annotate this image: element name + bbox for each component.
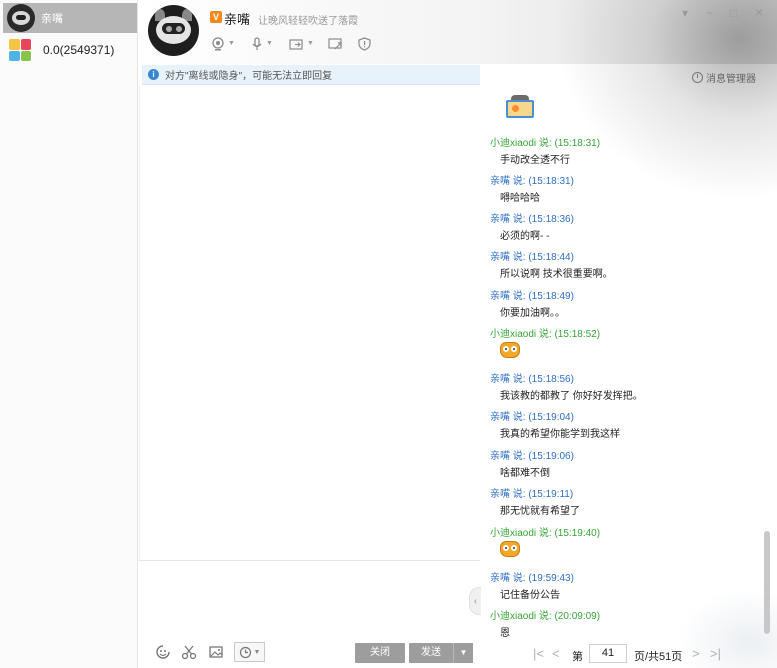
- message-text: 恩: [500, 628, 510, 639]
- chevron-left-icon: ‹: [473, 596, 478, 607]
- next-page-button[interactable]: >: [692, 646, 700, 661]
- contact-signature: 让晚风轻轻吹送了落霞: [258, 16, 358, 27]
- message-text: 手动改全透不行: [500, 155, 570, 166]
- contact-name[interactable]: 亲嘴: [224, 9, 250, 28]
- send-button[interactable]: 发送: [409, 643, 453, 663]
- session-item-qinzui[interactable]: 亲嘴: [3, 3, 137, 33]
- folder-icon: [289, 38, 303, 50]
- session-item-00[interactable]: 0.0(2549371): [3, 36, 137, 64]
- message-text: 我该教的都教了 你好好发挥把。: [500, 391, 643, 402]
- prev-page-button[interactable]: <: [552, 646, 560, 661]
- message-sender: 亲嘴 说: (15:19:04): [490, 412, 574, 423]
- owl-emoji-icon: [500, 541, 520, 557]
- message-sender: 小迪xiaodi 说: (15:19:40): [490, 528, 601, 539]
- session-list: 亲嘴 0.0(2549371): [0, 0, 138, 668]
- close-button[interactable]: 关闭: [355, 643, 405, 663]
- vip-badge: V: [210, 11, 222, 23]
- last-page-button[interactable]: >|: [710, 646, 721, 661]
- video-call-button[interactable]: ▼: [211, 35, 235, 53]
- image-icon: [209, 646, 223, 658]
- emoji-button[interactable]: [155, 644, 171, 662]
- message-text: 记住备份公告: [500, 590, 560, 601]
- avatar[interactable]: [148, 5, 199, 56]
- send-options-button[interactable]: ▼: [453, 643, 473, 663]
- security-button[interactable]: [358, 35, 371, 53]
- page-prefix-label: 第: [572, 651, 583, 663]
- maximize-button[interactable]: □: [730, 6, 737, 20]
- chevron-down-icon: ▼: [253, 648, 261, 656]
- history-scrollbar[interactable]: [763, 86, 771, 640]
- app-grid-icon: [9, 39, 31, 61]
- owl-emoji-icon: [500, 342, 520, 358]
- screen-share-button[interactable]: [328, 35, 344, 53]
- message-sender: 小迪xiaodi 说: (15:18:52): [490, 329, 601, 340]
- camera-icon: [212, 37, 224, 51]
- message-sender: 亲嘴 说: (15:19:11): [490, 489, 574, 500]
- message-sender: 亲嘴 说: (15:18:49): [490, 291, 574, 302]
- message-text: 所以说啊 技术很重要啊。: [500, 269, 613, 280]
- notice-text: 对方"离线或隐身"，可能无法立即回复: [165, 71, 333, 82]
- history-pager: |< < 第 41 页/共51页 > >|: [481, 641, 777, 668]
- message-sender: 亲嘴 说: (15:18:56): [490, 374, 574, 385]
- message-text: 我真的希望你能学到我这样: [500, 429, 620, 440]
- image-button[interactable]: [208, 644, 224, 662]
- scrollbar-thumb[interactable]: [764, 531, 770, 634]
- message-history: 小迪xiaodi 说: (15:18:31) 手动改全透不行 亲嘴 说: (15…: [481, 86, 763, 640]
- voice-call-button[interactable]: ▼: [251, 35, 273, 53]
- chevron-down-icon: ▼: [459, 648, 468, 657]
- screenshot-button[interactable]: [181, 644, 197, 662]
- message-sender: 小迪xiaodi 说: (15:18:31): [490, 138, 601, 149]
- close-window-button[interactable]: ×: [755, 4, 763, 20]
- file-transfer-button[interactable]: ▼: [289, 35, 314, 53]
- offline-notice: i 对方"离线或隐身"，可能无法立即回复: [142, 65, 480, 85]
- chevron-down-icon: ▼: [307, 40, 314, 47]
- screen-share-icon: [328, 38, 342, 50]
- message-text: 嘚哈哈哈: [500, 193, 540, 204]
- session-item-label: 0.0(2549371): [43, 43, 115, 57]
- message-text: 你要加油啊。。: [500, 308, 565, 319]
- first-page-button[interactable]: |<: [533, 646, 544, 661]
- message-manager-tab[interactable]: 消息管理器: [692, 70, 756, 85]
- message-text: 啥都难不倒: [500, 468, 550, 479]
- sticker-image: [502, 94, 538, 122]
- message-sender: 亲嘴 说: (15:18:36): [490, 214, 574, 225]
- chat-window: [139, 86, 480, 560]
- page-total-label: 页/共51页: [634, 651, 683, 663]
- message-text: 必须的啊- -: [500, 231, 550, 242]
- chevron-down-icon: ▼: [266, 40, 273, 47]
- message-sender: 小迪xiaodi 说: (20:09:09): [490, 611, 601, 622]
- message-sender: 亲嘴 说: (15:18:31): [490, 176, 574, 187]
- window-menu-button[interactable]: ▾: [682, 6, 688, 20]
- message-input[interactable]: [139, 561, 480, 637]
- page-number-input[interactable]: 41: [589, 644, 627, 663]
- emoji-icon: [156, 645, 170, 659]
- scissors-icon: [181, 645, 197, 660]
- message-history-button[interactable]: ▼: [234, 642, 265, 662]
- session-item-label: 亲嘴: [41, 13, 63, 25]
- minimize-button[interactable]: −: [706, 6, 713, 20]
- message-sender: 亲嘴 说: (19:59:43): [490, 573, 574, 584]
- clock-icon: [692, 72, 703, 83]
- message-sender: 亲嘴 说: (15:18:44): [490, 252, 574, 263]
- clock-icon: [239, 646, 251, 658]
- shield-icon: [358, 37, 371, 51]
- microphone-icon: [252, 37, 262, 50]
- message-manager-label: 消息管理器: [706, 74, 756, 85]
- chevron-down-icon: ▼: [228, 40, 235, 47]
- message-text: 那无忧就有希望了: [500, 506, 580, 517]
- message-sender: 亲嘴 说: (15:19:06): [490, 451, 574, 462]
- collapse-panel-button[interactable]: ‹: [469, 587, 481, 615]
- contact-avatar: [7, 4, 35, 32]
- info-icon: i: [148, 69, 159, 80]
